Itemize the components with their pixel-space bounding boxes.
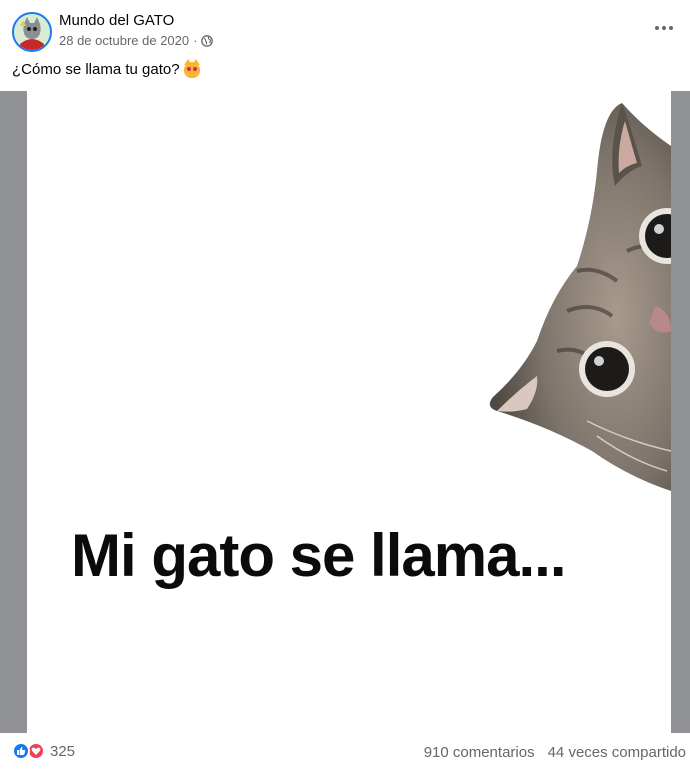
post-media[interactable]: Mi gato se llama... xyxy=(0,91,690,733)
smiling-cat-heart-eyes-emoji xyxy=(183,58,200,78)
post-caption: ¿Cómo se llama tu gato? xyxy=(12,58,200,78)
cat-peeking-picture xyxy=(489,103,671,491)
post-footer: 325 910 comentarios 44 veces compartido xyxy=(0,733,690,769)
comments-count-link[interactable]: 910 comentarios xyxy=(424,744,535,761)
reactions-summary[interactable]: 325 xyxy=(12,742,75,760)
avatar-cat-logo xyxy=(14,14,50,50)
meta-separator: · xyxy=(193,33,198,48)
post-meta: 28 de octubre de 2020 · xyxy=(59,33,214,48)
post-header: Mundo del GATO 28 de octubre de 2020 · xyxy=(0,0,690,58)
shares-count-link[interactable]: 44 veces compartido xyxy=(548,744,686,761)
reaction-count: 325 xyxy=(50,742,76,760)
post-stats: 910 comentarios 44 veces compartido xyxy=(424,744,686,761)
post-date[interactable]: 28 de octubre de 2020 xyxy=(59,33,189,48)
page-avatar[interactable] xyxy=(12,12,52,52)
more-options-icon[interactable] xyxy=(646,14,682,42)
like-icon xyxy=(12,742,30,760)
meme-image: Mi gato se llama... xyxy=(27,91,671,733)
caption-text: ¿Cómo se llama tu gato? xyxy=(12,61,180,78)
page-name-link[interactable]: Mundo del GATO xyxy=(59,12,174,29)
meme-caption-text: Mi gato se llama... xyxy=(71,522,566,589)
globe-icon xyxy=(201,34,214,47)
